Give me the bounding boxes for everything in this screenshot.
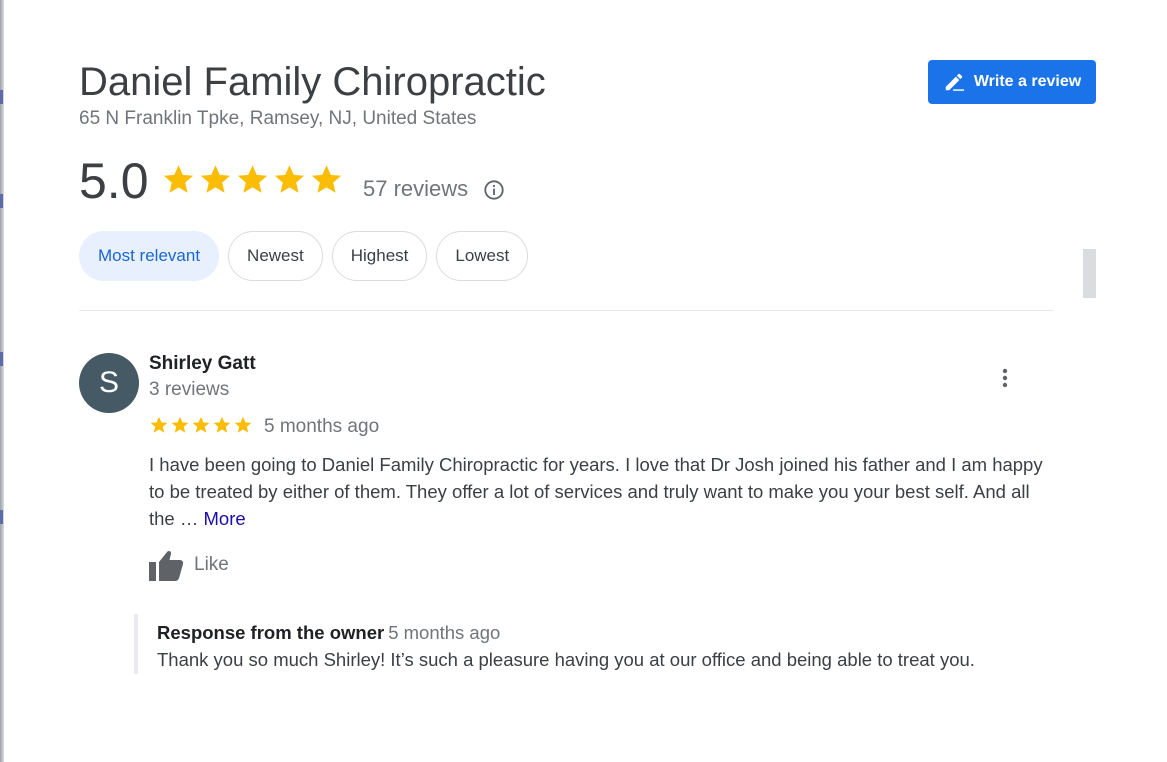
business-name: Daniel Family Chiropractic [79,60,546,104]
reviewer-review-count: 3 reviews [149,379,230,400]
star-icon [192,416,210,433]
star-icon [213,416,231,433]
average-rating-stars [161,162,344,197]
star-icon [171,416,189,433]
star-icon [311,165,342,193]
star-icon [274,165,305,193]
avatar[interactable]: S [79,353,139,413]
review-body: I have been going to Daniel Family Chiro… [149,454,1043,529]
chip-most-relevant[interactable]: Most relevant [79,231,220,281]
like-button[interactable]: Like [149,548,229,582]
average-rating: 5.0 [79,153,149,209]
avatar-letter: S [98,366,119,399]
business-address: 65 N Franklin Tpke, Ramsey, NJ, United S… [79,108,477,129]
write-review-button[interactable]: Write a review [928,60,1096,104]
sort-filter-chips: Most relevant Newest Highest Lowest [79,231,529,283]
review-text: I have been going to Daniel Family Chiro… [149,451,1054,532]
info-icon[interactable] [483,179,505,201]
scrollbar-thumb[interactable] [1083,249,1096,298]
star-icon [150,416,168,433]
owner-response-date: 5 months ago [388,622,501,643]
review-date: 5 months ago [264,416,380,437]
more-options-icon[interactable] [993,366,1017,390]
section-divider [79,310,1054,311]
like-label: Like [194,554,229,575]
star-icon [200,165,231,193]
chip-lowest[interactable]: Lowest [436,231,529,281]
chip-highest[interactable]: Highest [331,231,428,281]
star-icon [234,416,252,433]
review-count: 57 reviews [363,176,469,201]
reviews-panel: Daniel Family Chiropractic 65 N Franklin… [79,0,1096,762]
owner-response-title: Response from the owner [157,622,385,643]
rating-summary: 5.0 57 reviews [79,152,679,212]
write-review-label: Write a review [973,73,1082,90]
thumbs-up-icon [149,550,184,581]
star-icon [163,165,194,193]
owner-response-header: Response from the owner 5 months ago [157,622,500,644]
window-left-edge [0,0,4,762]
chip-newest[interactable]: Newest [228,231,323,281]
more-link[interactable]: More [204,508,246,529]
reviewer-name[interactable]: Shirley Gatt [149,353,256,375]
review-stars [149,415,253,435]
owner-response: Response from the owner 5 months ago Than… [134,614,1058,674]
pencil-icon [945,73,964,91]
owner-response-text: Thank you so much Shirley! It’s such a p… [157,649,975,670]
star-icon [237,165,268,193]
